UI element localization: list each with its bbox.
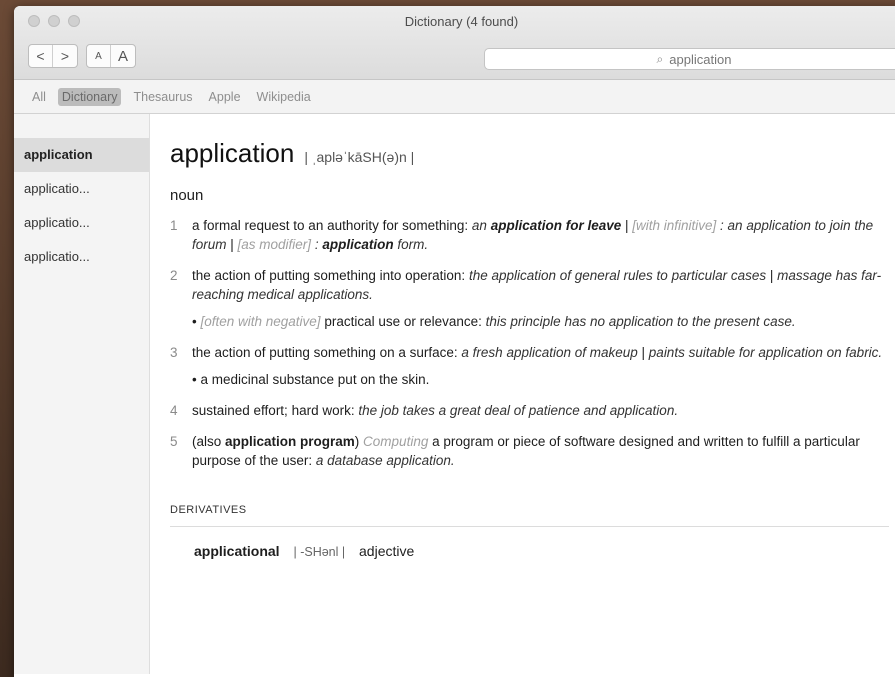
derivatives-heading: DERIVATIVES (170, 504, 889, 527)
sense-text-fragment: the action of putting something on a sur… (192, 345, 462, 360)
sense-text-fragment: paints suitable for application on fabri… (648, 345, 883, 360)
navigation-buttons: < > (28, 44, 78, 68)
main-area: application applicatio... applicatio... … (14, 114, 895, 674)
entry-header: application | ˌapləˈkāSH(ə)n | (170, 138, 889, 169)
dictionary-window: Dictionary (4 found) < > A A ⌕ applicati… (14, 6, 895, 677)
sense-number: 5 (170, 434, 178, 449)
search-input[interactable]: application (669, 52, 731, 67)
sense-number: 4 (170, 403, 178, 418)
sense-number: 2 (170, 268, 178, 283)
part-of-speech: noun (170, 187, 204, 204)
sense-text-fragment: this principle has no application to the… (485, 314, 796, 329)
sense-text-fragment: [with infinitive] (632, 218, 717, 233)
sense-text-fragment: Computing (363, 434, 429, 449)
sense-item: 5 (also application program) Computing a … (170, 432, 889, 470)
sense-item: 4 sustained effort; hard work: the job ta… (170, 401, 889, 420)
results-sidebar: application applicatio... applicatio... … (14, 114, 150, 674)
sidebar-item[interactable]: application (14, 138, 149, 172)
tab-all[interactable]: All (28, 88, 50, 106)
back-button[interactable]: < (29, 45, 53, 67)
sense-text-fragment: ) (354, 434, 364, 449)
search-icon: ⌕ (656, 51, 664, 66)
sense-text-fragment: an (471, 218, 491, 233)
tab-apple[interactable]: Apple (205, 88, 245, 106)
sense-text-fragment: application (322, 237, 394, 252)
derivative-pronunciation: | -SHənl | (293, 545, 346, 559)
sense-text-fragment: : (311, 237, 323, 252)
sense-item: 3 the action of putting something on a su… (170, 343, 889, 362)
sense-text-fragment: the action of putting something into ope… (192, 268, 469, 283)
search-field[interactable]: ⌕ application × (484, 48, 895, 70)
sense-definition: (also application program) Computing a p… (192, 432, 889, 470)
sidebar-item[interactable]: applicatio... (14, 172, 149, 206)
tab-dictionary[interactable]: Dictionary (57, 87, 122, 106)
sense-text-fragment: | (621, 218, 633, 233)
title-bar: Dictionary (4 found) < > A A ⌕ applicati… (14, 6, 895, 80)
sense-text-fragment: form. (393, 237, 429, 252)
sense-text-fragment: application for leave (490, 218, 622, 233)
sense-text-fragment: a formal request to an authority for som… (192, 218, 472, 233)
sense-definition: the action of putting something into ope… (192, 266, 889, 304)
sidebar-item[interactable]: applicatio... (14, 240, 149, 274)
source-tabs: All Dictionary Thesaurus Apple Wikipedia (14, 80, 895, 114)
sense-number: 1 (170, 218, 178, 233)
font-size-buttons: A A (86, 44, 136, 68)
tab-thesaurus[interactable]: Thesaurus (129, 88, 196, 106)
sense-text-fragment: the application of general rules to part… (468, 268, 767, 283)
headword: application (170, 138, 295, 168)
sense-text-fragment: a fresh application of makeup (461, 345, 638, 360)
sense-text-fragment: • a medicinal substance put on the skin. (192, 372, 430, 387)
derivative-word: applicational (194, 543, 280, 559)
sense-text-fragment: a database application. (315, 453, 455, 468)
forward-button[interactable]: > (53, 45, 77, 67)
sense-text-fragment: practical use or relevance: (320, 314, 486, 329)
window-title: Dictionary (4 found) (404, 14, 519, 29)
sense-text-fragment: the job takes a great deal of patience a… (358, 403, 679, 418)
font-larger-button[interactable]: A (111, 45, 135, 67)
sense-text-fragment: | (226, 237, 238, 252)
sidebar-item[interactable]: applicatio... (14, 206, 149, 240)
sense-list: 1 a formal request to an authority for so… (170, 216, 889, 470)
pronunciation: | ˌapləˈkāSH(ə)n | (304, 149, 415, 165)
sense-text-fragment: [often with negative] (200, 314, 321, 329)
sense-text-fragment: [as modifier] (237, 237, 312, 252)
sense-text-fragment: | (766, 268, 778, 283)
derivative-pos: adjective (359, 543, 415, 559)
sense-item: 2 the action of putting something into op… (170, 266, 889, 304)
sub-sense: • [often with negative] practical use or… (192, 312, 889, 331)
entry-content: application | ˌapləˈkāSH(ə)n | noun 1 a f… (150, 114, 895, 674)
toolbar: < > A A (28, 44, 136, 68)
sense-definition: the action of putting something on a sur… (192, 343, 889, 362)
sense-definition: a formal request to an authority for som… (192, 216, 889, 254)
tab-wikipedia[interactable]: Wikipedia (253, 88, 315, 106)
sense-text-fragment: | (637, 345, 649, 360)
sub-sense: • a medicinal substance put on the skin. (192, 370, 889, 389)
derivative-entry: applicational | -SHənl | adjective (194, 543, 889, 559)
sense-item: 1 a formal request to an authority for so… (170, 216, 889, 254)
sense-text-fragment: sustained effort; hard work: (192, 403, 359, 418)
font-smaller-button[interactable]: A (87, 45, 111, 67)
sense-number: 3 (170, 345, 178, 360)
sense-text-fragment: (also (192, 434, 226, 449)
sense-definition: sustained effort; hard work: the job tak… (192, 401, 889, 420)
sense-text-fragment: application program (225, 434, 355, 449)
